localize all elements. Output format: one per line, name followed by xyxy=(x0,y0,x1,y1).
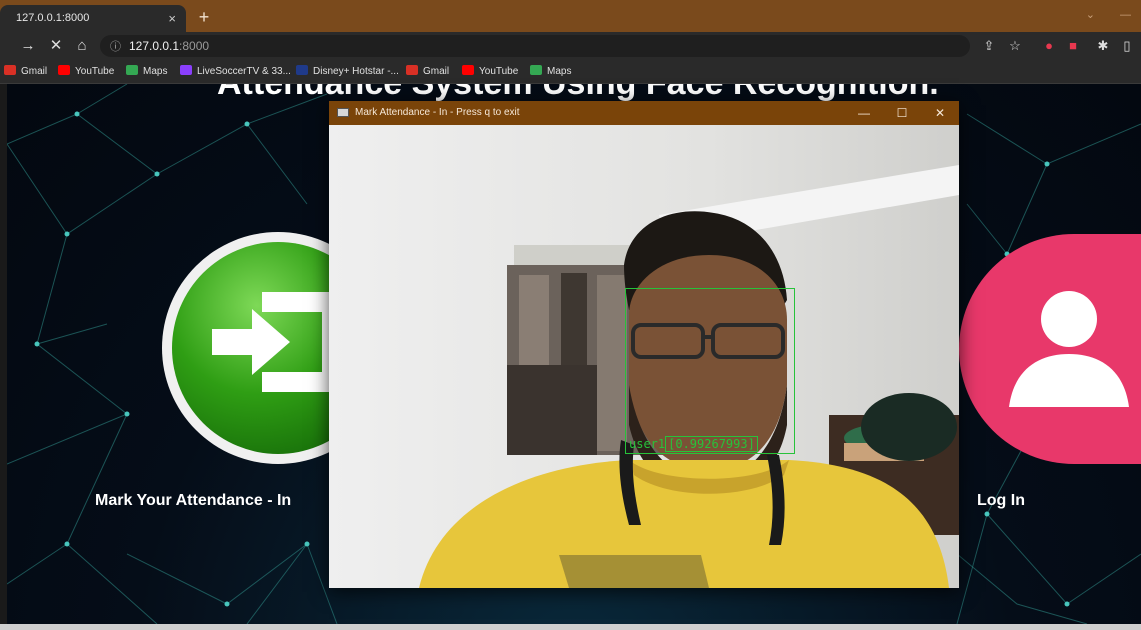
bookmark-star-icon[interactable]: ☆ xyxy=(1006,37,1024,55)
login-label[interactable]: Log In xyxy=(977,492,1025,510)
url-host: 127.0.0.1 xyxy=(129,39,180,53)
detection-confidence: [0.99267993] xyxy=(665,436,758,452)
maps-icon xyxy=(126,65,138,75)
bookmark-label: YouTube xyxy=(75,66,115,77)
bookmark-maps-2[interactable]: Maps xyxy=(530,64,571,80)
detected-user-name: user1 xyxy=(629,437,666,451)
face-detection-box xyxy=(625,288,795,454)
forward-icon[interactable]: → xyxy=(18,36,38,56)
youtube-icon xyxy=(58,65,70,75)
youtube-icon xyxy=(462,65,474,75)
livesoccertv-icon xyxy=(180,65,192,75)
camera-feed: user1 [0.99267993] xyxy=(329,125,959,588)
screen: 127.0.0.1:8000 × + ⌄ — → ✕ ⌂ ⓘ 127.0.0.1:… xyxy=(0,0,1141,630)
browser-tab[interactable]: 127.0.0.1:8000 × xyxy=(0,5,186,32)
bookmark-label: YouTube xyxy=(479,66,519,77)
ublock-icon[interactable]: ● xyxy=(1040,37,1058,55)
hotstar-icon xyxy=(296,65,308,75)
browser-window-controls: ⌄ — xyxy=(1064,8,1131,21)
bookmark-gmail[interactable]: Gmail xyxy=(4,64,47,80)
maximize-icon[interactable]: ☐ xyxy=(883,101,921,125)
taskbar-edge xyxy=(0,624,1141,630)
tab-search-icon[interactable]: ⌄ xyxy=(1086,9,1095,21)
bookmark-label: Gmail xyxy=(21,66,48,77)
extensions-puzzle-icon[interactable]: ✱ xyxy=(1094,37,1112,55)
mark-in-label[interactable]: Mark Your Attendance - In xyxy=(95,492,291,510)
bookmark-maps[interactable]: Maps xyxy=(126,64,167,80)
address-bar[interactable]: ⓘ 127.0.0.1:8000 xyxy=(100,35,970,57)
browser-minimize-icon[interactable]: — xyxy=(1120,9,1131,21)
bookmarks-bar: Gmail YouTube Maps LiveSoccerTV & 33... … xyxy=(0,60,1141,84)
bookmark-livesoccertv[interactable]: LiveSoccerTV & 33... xyxy=(180,64,291,80)
stop-icon[interactable]: ✕ xyxy=(46,36,66,56)
bookmark-youtube-2[interactable]: YouTube xyxy=(462,64,518,80)
camera-window[interactable]: Mark Attendance - In - Press q to exit —… xyxy=(329,101,959,588)
share-icon[interactable]: ⇪ xyxy=(980,37,998,55)
site-info-icon[interactable]: ⓘ xyxy=(110,41,121,53)
mark-in-button[interactable] xyxy=(162,232,394,464)
camera-window-title: Mark Attendance - In - Press q to exit xyxy=(355,107,520,118)
bookmark-label: Maps xyxy=(547,66,572,77)
gmail-icon xyxy=(406,65,418,75)
bookmark-youtube[interactable]: YouTube xyxy=(58,64,114,80)
user-avatar-icon xyxy=(1009,291,1129,407)
new-tab-button[interactable]: + xyxy=(194,7,214,27)
url-port: :8000 xyxy=(179,39,210,53)
bookmark-label: Maps xyxy=(143,66,168,77)
tab-close-icon[interactable]: × xyxy=(168,5,176,32)
close-icon[interactable]: ✕ xyxy=(921,101,959,125)
minimize-icon[interactable]: — xyxy=(845,101,883,125)
tab-title: 127.0.0.1:8000 xyxy=(16,12,90,24)
face-detection-label: user1 [0.99267993] xyxy=(629,436,758,452)
home-icon[interactable]: ⌂ xyxy=(72,36,92,56)
side-panel-icon[interactable]: ▯ xyxy=(1118,37,1136,55)
bookmark-label: Gmail xyxy=(423,66,450,77)
app-window-icon xyxy=(337,108,349,117)
bookmark-label: Disney+ Hotstar -... xyxy=(313,66,399,77)
gmail-icon xyxy=(4,65,16,75)
camera-window-controls: — ☐ ✕ xyxy=(845,101,959,125)
extension-red-icon[interactable]: ■ xyxy=(1064,37,1082,55)
maps-icon xyxy=(530,65,542,75)
bookmark-hotstar[interactable]: Disney+ Hotstar -... xyxy=(296,64,399,80)
bookmark-gmail-2[interactable]: Gmail xyxy=(406,64,449,80)
camera-window-titlebar[interactable]: Mark Attendance - In - Press q to exit —… xyxy=(329,101,959,125)
bookmark-label: LiveSoccerTV & 33... xyxy=(197,66,291,77)
browser-tabstrip: 127.0.0.1:8000 × + ⌄ — xyxy=(0,0,1141,32)
browser-toolbar: → ✕ ⌂ ⓘ 127.0.0.1:8000 ⇪ ☆ ● ■ ✱ ▯ xyxy=(0,32,1141,60)
